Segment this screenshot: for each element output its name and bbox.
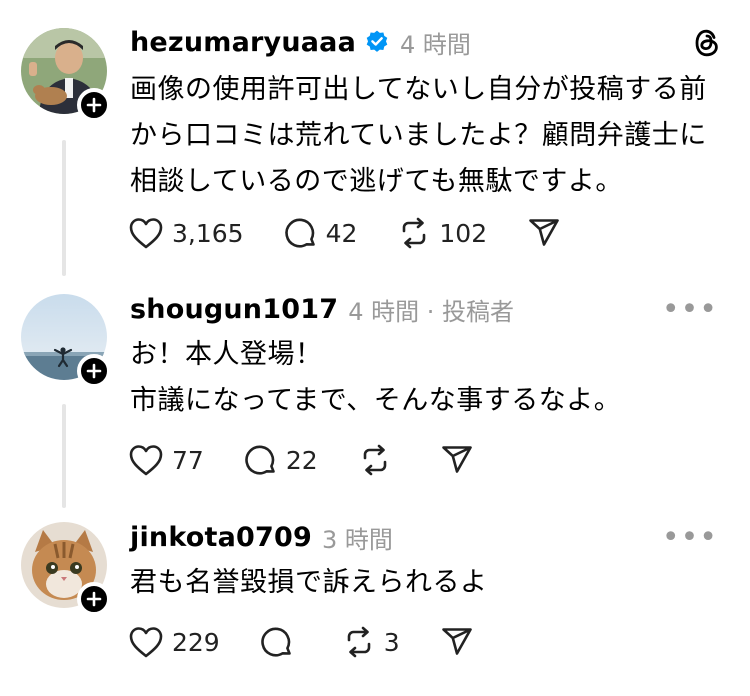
comment-count: 42 bbox=[325, 218, 358, 248]
post-text: 画像の使用許可出してないし自分が投稿する前 から口コミは荒れていましたよ？顧問弁… bbox=[130, 67, 722, 205]
repost-icon bbox=[403, 217, 426, 249]
post-text-line: 画像の使用許可出してないし自分が投稿する前 bbox=[130, 74, 707, 105]
post-actions: 3,165 42 102 bbox=[128, 213, 601, 253]
like-count: 3,165 bbox=[172, 218, 244, 248]
post-text-line: 相談しているので逃げても無駄ですよ。 bbox=[130, 166, 623, 197]
post-jinkota0709: jinkota0709 3 時間 ••• 君も名誉毀損で訴えられるよ 229 3 bbox=[0, 510, 750, 696]
thread-line bbox=[62, 404, 66, 508]
post-header: shougun1017 4 時間 · 投稿者 bbox=[130, 289, 514, 329]
share-button[interactable] bbox=[440, 443, 474, 477]
comment-button[interactable]: 22 bbox=[244, 443, 318, 477]
send-icon bbox=[441, 446, 472, 473]
repost-count: 102 bbox=[439, 218, 488, 248]
post-text: お！本人登場！ 市議になってまで、そんな事するなよ。 bbox=[130, 332, 722, 424]
like-button[interactable]: 3,165 bbox=[128, 216, 244, 250]
username[interactable]: shougun1017 bbox=[130, 294, 338, 325]
comment-button[interactable] bbox=[260, 625, 302, 659]
post-hezumaryuaaa: hezumaryuaaa 4 時間 画像の使用許可出してないし自分が投稿する前 … bbox=[0, 0, 750, 280]
post-text-line: 君も名誉毀損で訴えられるよ bbox=[130, 567, 488, 598]
post-text: 君も名誉毀損で訴えられるよ bbox=[130, 560, 722, 606]
like-count: 77 bbox=[172, 445, 204, 475]
comment-bubble-icon bbox=[245, 445, 275, 475]
post-time: 4 時間 · 投稿者 bbox=[348, 297, 514, 326]
threads-logo-icon[interactable] bbox=[692, 27, 722, 59]
like-button[interactable]: 77 bbox=[128, 443, 204, 477]
heart-icon bbox=[129, 445, 163, 476]
follow-button[interactable] bbox=[77, 354, 111, 388]
post-text-line: 市議になってまで、そんな事するなよ。 bbox=[130, 385, 622, 416]
post-time: 3 時間 bbox=[322, 525, 393, 554]
verified-badge-icon bbox=[366, 30, 388, 52]
username[interactable]: hezumaryuaaa bbox=[130, 27, 356, 58]
post-actions: 77 22 bbox=[128, 440, 514, 480]
post-text-line: お！本人登場！ bbox=[130, 339, 323, 370]
repost-icon bbox=[363, 444, 386, 476]
repost-button[interactable]: 3 bbox=[342, 625, 400, 659]
post-shougun1017: shougun1017 4 時間 · 投稿者 ••• お！本人登場！ 市議になっ… bbox=[0, 280, 750, 510]
send-icon bbox=[529, 219, 559, 246]
more-icon[interactable]: ••• bbox=[662, 292, 718, 327]
heart-icon bbox=[129, 627, 163, 658]
follow-button[interactable] bbox=[77, 582, 111, 616]
plus-icon bbox=[86, 97, 102, 113]
comment-count: 22 bbox=[285, 445, 318, 475]
repost-button[interactable] bbox=[358, 443, 400, 477]
username[interactable]: jinkota0709 bbox=[130, 522, 312, 553]
post-text-line: から口コミは荒れていましたよ？顧問弁護士に bbox=[130, 120, 707, 151]
like-button[interactable]: 229 bbox=[128, 625, 220, 659]
post-actions: 229 3 bbox=[128, 622, 514, 662]
comment-bubble-icon bbox=[261, 627, 291, 657]
like-count: 229 bbox=[172, 627, 220, 657]
share-button[interactable] bbox=[440, 625, 474, 659]
send-icon bbox=[441, 628, 472, 655]
repost-icon bbox=[347, 626, 371, 658]
repost-button[interactable]: 102 bbox=[397, 216, 487, 250]
share-button[interactable] bbox=[527, 216, 561, 250]
post-header: jinkota0709 3 時間 bbox=[130, 517, 393, 557]
post-time: 4 時間 bbox=[400, 30, 471, 59]
repost-count: 3 bbox=[383, 627, 400, 657]
heart-icon bbox=[129, 218, 163, 249]
comment-button[interactable]: 42 bbox=[284, 216, 358, 250]
follow-button[interactable] bbox=[77, 88, 111, 122]
post-header: hezumaryuaaa 4 時間 bbox=[130, 22, 471, 62]
thread-line bbox=[62, 140, 66, 276]
more-icon[interactable]: ••• bbox=[662, 520, 718, 555]
plus-icon bbox=[86, 363, 102, 379]
plus-icon bbox=[86, 591, 102, 607]
comment-bubble-icon bbox=[284, 218, 315, 248]
